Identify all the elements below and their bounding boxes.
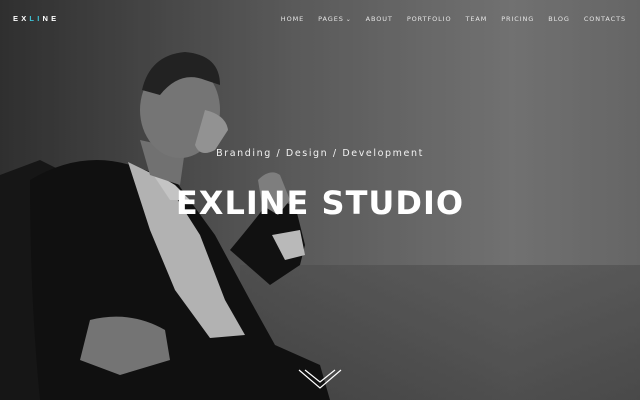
nav-item-label: BLOG	[548, 15, 570, 23]
nav-item-portfolio[interactable]: PORTFOLIO	[407, 15, 452, 23]
nav-item-label: HOME	[280, 15, 305, 23]
hero-section: EXLINE HOME PAGES ⌄ ABOUT PORTFOLIO TEAM …	[0, 0, 640, 400]
nav-item-label: PRICING	[501, 15, 535, 23]
nav-item-home[interactable]: HOME	[281, 15, 304, 23]
logo-text-start: EX	[13, 14, 30, 23]
nav-item-label: CONTACTS	[583, 15, 626, 23]
nav-item-team[interactable]: TEAM	[465, 15, 487, 23]
logo-text-end: NE	[42, 14, 60, 23]
nav-item-label: ABOUT	[365, 15, 393, 23]
nav-item-label: TEAM	[465, 15, 488, 23]
hero-title: EXLINE STUDIO	[175, 184, 465, 222]
nav-item-about[interactable]: ABOUT	[366, 15, 393, 23]
chevron-down-icon: ⌄	[345, 15, 352, 23]
nav-item-pages[interactable]: PAGES ⌄	[318, 15, 352, 23]
nav-item-blog[interactable]: BLOG	[548, 15, 570, 23]
main-navigation: HOME PAGES ⌄ ABOUT PORTFOLIO TEAM PRICING…	[267, 15, 626, 23]
nav-item-label: PORTFOLIO	[406, 15, 452, 23]
nav-item-contacts[interactable]: CONTACTS	[584, 15, 626, 23]
hero-tagline: Branding / Design / Development	[216, 148, 424, 159]
nav-item-pricing[interactable]: PRICING	[501, 15, 534, 23]
site-logo[interactable]: EXLINE	[13, 14, 59, 23]
nav-item-label: PAGES	[318, 15, 344, 23]
double-chevron-down-icon[interactable]	[297, 368, 343, 394]
logo-text-accent: LI	[29, 14, 43, 23]
